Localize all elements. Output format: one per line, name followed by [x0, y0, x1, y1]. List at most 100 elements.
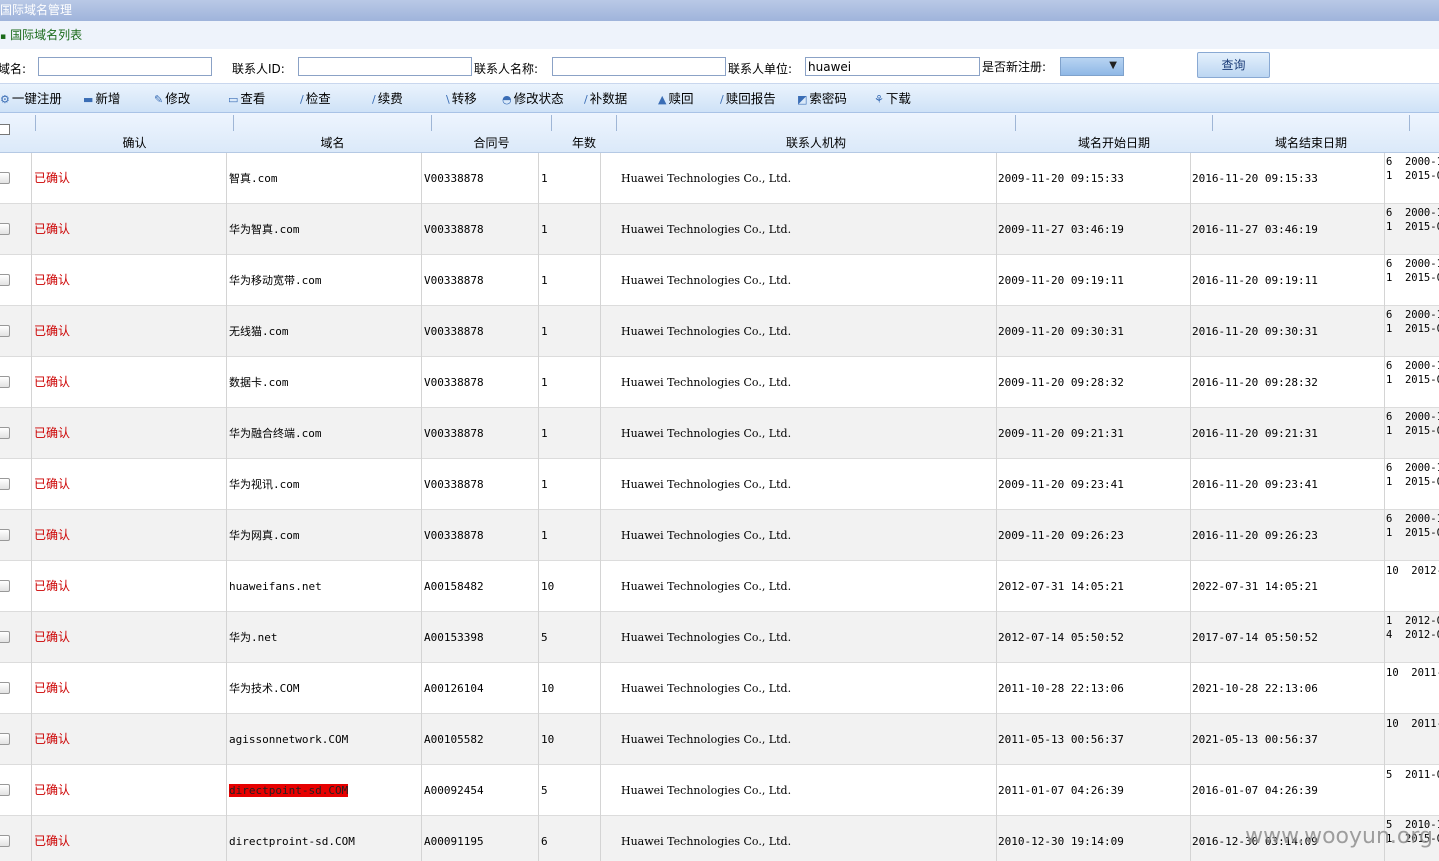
action-toolbar: ⚙ 一键注册 ▬ 新增 ✎ 修改 ▭ 查看 / 检查 / 续费 \ 转移 ◓ 修改状态 / 补数据… [0, 84, 1439, 113]
end-date-cell-text: 2016-11-20 09:26:23 [1192, 529, 1318, 542]
domain-cell-text: 华为技术.COM [229, 682, 300, 695]
column-header-confirm[interactable]: 确认 [36, 134, 233, 151]
table-row[interactable]: 已确认 huaweifans.net A00158482 10 Huawei Techn… [0, 561, 1439, 612]
patch-data-button[interactable]: / 补数据 [584, 90, 627, 107]
query-button[interactable]: 查询 [1197, 52, 1270, 78]
add-button[interactable]: ▬ 新增 [83, 90, 120, 107]
table-row[interactable]: 已确认 华为技术.COM A00126104 10 Huawei Technologie… [0, 663, 1439, 714]
org-cell: Huawei Technologies Co., Ltd. [621, 816, 791, 861]
years-cell-text: 1 [541, 529, 548, 542]
domain-cell-text: 华为.net [229, 631, 278, 644]
start-date-cell-text: 2012-07-31 14:05:21 [998, 580, 1124, 593]
domain-cell-text: 智真.com [229, 172, 278, 185]
end-date-cell-text: 2017-07-14 05:50:52 [1192, 631, 1318, 644]
table-row[interactable]: 已确认 数据卡.com V00338878 1 Huawei Technologies … [0, 357, 1439, 408]
end-date-cell-text: 2016-11-20 09:19:11 [1192, 274, 1318, 287]
end-date-cell: 2016-11-20 09:26:23 [1192, 510, 1318, 561]
contact-id-input[interactable] [298, 57, 472, 76]
edit-button[interactable]: ✎ 修改 [154, 90, 190, 107]
table-row[interactable]: 已确认 华为视讯.com V00338878 1 Huawei Technologies… [0, 459, 1439, 510]
org-cell: Huawei Technologies Co., Ltd. [621, 561, 791, 612]
domain-cell: directpoint-sd.COM [229, 765, 349, 816]
years-cell: 5 [541, 765, 548, 816]
domain-cell-text: 数据卡.com [229, 376, 289, 389]
table-row[interactable]: 已确认 directproint-sd.COM A00091195 6 Huawei T… [0, 816, 1439, 861]
contact-org-input[interactable] [805, 57, 980, 76]
org-cell-text: Huawei Technologies Co., Ltd. [621, 376, 792, 389]
domain-cell-text: agissonnetwork.COM [229, 733, 349, 746]
row-checkbox[interactable] [0, 733, 10, 745]
domain-cell-text: 华为视讯.com [229, 478, 300, 491]
contract-cell-text: V00338878 [424, 172, 484, 185]
is-new-select[interactable]: ▼ [1060, 57, 1124, 76]
column-header-org[interactable]: 联系人机构 [617, 134, 1015, 151]
domain-cell-text: 华为网真.com [229, 529, 300, 542]
redeem-report-button[interactable]: / 赎回报告 [720, 90, 776, 107]
view-icon: ▭ [228, 93, 239, 106]
check-button[interactable]: / 检查 [300, 90, 331, 107]
end-date-cell-text: 2022-07-31 14:05:21 [1192, 580, 1318, 593]
years-cell: 10 [541, 714, 554, 765]
end-date-cell: 2016-11-20 09:30:31 [1192, 306, 1318, 357]
row-checkbox[interactable] [0, 835, 10, 847]
column-header-end-date[interactable]: 域名结束日期 [1213, 134, 1409, 151]
table-row[interactable]: 已确认 directpoint-sd.COM A00092454 5 Huawei Te… [0, 765, 1439, 816]
contact-name-input[interactable] [552, 57, 726, 76]
renew-button[interactable]: / 续费 [372, 90, 403, 107]
row-checkbox[interactable] [0, 172, 10, 184]
contract-cell: V00338878 [424, 510, 484, 561]
row-checkbox[interactable] [0, 274, 10, 286]
table-row[interactable]: 已确认 无线猫.com V00338878 1 Huawei Technologies … [0, 306, 1439, 357]
row-checkbox[interactable] [0, 580, 10, 592]
end-date-cell-text: 2016-11-27 03:46:19 [1192, 223, 1318, 236]
org-cell-text: Huawei Technologies Co., Ltd. [621, 478, 792, 491]
table-row[interactable]: 已确认 华为移动宽带.com V00338878 1 Huawei Technologi… [0, 255, 1439, 306]
contract-cell-text: A00105582 [424, 733, 484, 746]
row-checkbox[interactable] [0, 784, 10, 796]
start-date-cell-text: 2009-11-20 09:15:33 [998, 172, 1124, 185]
org-cell: Huawei Technologies Co., Ltd. [621, 714, 791, 765]
transfer-button[interactable]: \ 转移 [446, 90, 477, 107]
contact-org-label: 联系人单位: [728, 62, 793, 76]
domain-label: 域名: [0, 62, 27, 76]
row-checkbox[interactable] [0, 427, 10, 439]
column-header-domain[interactable]: 域名 [234, 134, 431, 151]
row-checkbox[interactable] [0, 478, 10, 490]
column-header-contract[interactable]: 合同号 [432, 134, 551, 151]
status-cell-text: 已确认 [34, 171, 71, 185]
select-all-checkbox[interactable] [0, 124, 10, 135]
start-date-cell-text: 2011-01-07 04:26:39 [998, 784, 1124, 797]
org-cell-text: Huawei Technologies Co., Ltd. [621, 733, 792, 746]
extra-cell: 6 2000-1 1 2015-0 [1386, 462, 1439, 488]
table-row[interactable]: 已确认 华为智真.com V00338878 1 Huawei Technologies… [0, 204, 1439, 255]
years-cell: 1 [541, 408, 548, 459]
request-password-button[interactable]: ◩ 索密码 [797, 90, 847, 107]
table-row[interactable]: 已确认 智真.com V00338878 1 Huawei Technologies C… [0, 153, 1439, 204]
contract-cell-text: V00338878 [424, 325, 484, 338]
table-row[interactable]: 已确认 agissonnetwork.COM A00105582 10 Huawei T… [0, 714, 1439, 765]
row-checkbox[interactable] [0, 682, 10, 694]
register-button[interactable]: ⚙ 一键注册 [0, 90, 62, 107]
column-header-years[interactable]: 年数 [552, 134, 616, 151]
row-checkbox[interactable] [0, 529, 10, 541]
contract-cell-text: V00338878 [424, 223, 484, 236]
contract-cell: V00338878 [424, 459, 484, 510]
column-header-start-date[interactable]: 域名开始日期 [1016, 134, 1212, 151]
patch-icon: / [584, 93, 588, 106]
row-checkbox[interactable] [0, 631, 10, 643]
redeem-button[interactable]: ▲ 赎回 [658, 90, 693, 107]
view-button[interactable]: ▭ 查看 [228, 90, 265, 107]
row-checkbox[interactable] [0, 325, 10, 337]
row-checkbox[interactable] [0, 376, 10, 388]
start-date-cell-text: 2009-11-20 09:28:32 [998, 376, 1124, 389]
row-checkbox[interactable] [0, 223, 10, 235]
table-row[interactable]: 已确认 华为融合终端.com V00338878 1 Huawei Technologi… [0, 408, 1439, 459]
table-row[interactable]: 已确认 华为.net A00153398 5 Huawei Technologies C… [0, 612, 1439, 663]
modify-status-button[interactable]: ◓ 修改状态 [502, 90, 564, 107]
download-button[interactable]: ⚘ 下载 [874, 90, 911, 107]
domain-cell: 华为.net [229, 612, 278, 663]
end-date-cell: 2016-11-20 09:19:11 [1192, 255, 1318, 306]
table-row[interactable]: 已确认 华为网真.com V00338878 1 Huawei Technologies… [0, 510, 1439, 561]
is-new-label: 是否新注册: [982, 60, 1047, 74]
domain-input[interactable] [38, 57, 212, 76]
